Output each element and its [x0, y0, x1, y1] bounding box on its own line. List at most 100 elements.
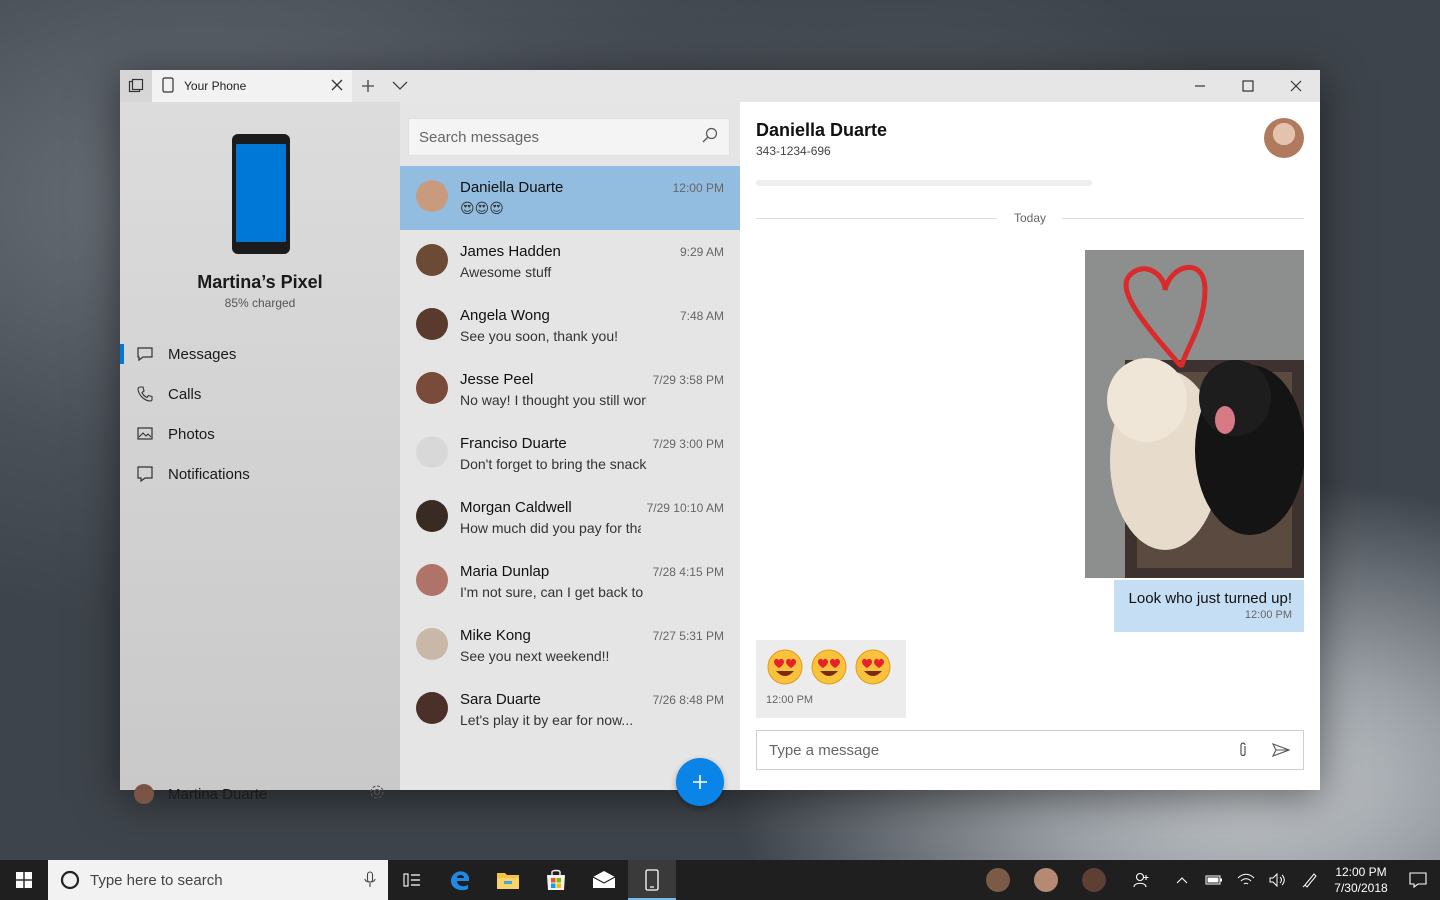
clock-time: 12:00 PM [1335, 865, 1387, 879]
pinned-contact[interactable] [1022, 860, 1070, 900]
conversation-item[interactable]: Sara Duarte Let's play it by ear for now.… [400, 678, 740, 742]
conversation-item[interactable]: James Hadden Awesome stuff 9:29 AM [400, 230, 740, 294]
people-button[interactable] [1118, 860, 1166, 900]
conversation-name: Mike Kong [460, 627, 531, 644]
avatar [416, 628, 448, 660]
pinned-contact[interactable] [974, 860, 1022, 900]
cortana-icon [60, 870, 80, 890]
microphone-icon[interactable] [364, 871, 376, 889]
nav-label: Photos [168, 425, 215, 443]
avatar [986, 868, 1010, 892]
conversation-name: Sara Duarte [460, 691, 541, 708]
battery-button[interactable] [1198, 860, 1230, 900]
chat-pane: Daniella Duarte 343-1234-696 Today Look … [740, 102, 1320, 790]
conversation-time: 9:29 AM [679, 245, 724, 259]
mail-button[interactable] [580, 860, 628, 900]
contact-number: 343-1234-696 [756, 144, 831, 158]
user-profile[interactable]: Martina Duarte [120, 774, 400, 814]
show-hidden-icons-button[interactable] [1166, 860, 1198, 900]
task-view-icon [403, 873, 420, 887]
nav-item-messages[interactable]: Messages [120, 334, 400, 374]
task-view-icon[interactable] [120, 70, 152, 102]
pen-workspace-button[interactable] [1294, 860, 1326, 900]
people-icon [1133, 872, 1149, 888]
pinned-contact[interactable] [1070, 860, 1118, 900]
conversation-item[interactable]: Jesse Peel No way! I thought you still wo… [400, 358, 740, 422]
nav-item-photos[interactable]: Photos [120, 414, 400, 454]
close-tab-icon[interactable] [330, 78, 344, 95]
conversation-name: Morgan Caldwell [460, 499, 572, 516]
avatar [416, 500, 448, 532]
conversation-preview: 😍😍😍 [460, 200, 504, 216]
outgoing-message[interactable]: Look who just turned up! 12:00 PM [1114, 580, 1304, 632]
clock-date: 7/30/2018 [1334, 881, 1388, 895]
conversation-list: Search messages Daniella Duarte 😍😍😍 12:00 … [400, 102, 740, 806]
chevron-down-icon[interactable] [384, 70, 416, 102]
clock[interactable]: 12:00 PM 7/30/2018 [1326, 864, 1396, 896]
battery-status: 85% charged [224, 296, 296, 310]
taskbar-search-input[interactable]: Type here to search [48, 860, 388, 900]
avatar [416, 692, 448, 724]
store-icon [547, 869, 565, 890]
file-explorer-button[interactable] [484, 860, 532, 900]
message-time: 12:00 PM [766, 694, 814, 706]
new-message-button[interactable] [676, 758, 724, 806]
task-view-button[interactable] [388, 860, 436, 900]
phone-icon [645, 869, 659, 891]
tab-your-phone[interactable]: Your Phone [152, 70, 352, 102]
wifi-icon [1237, 873, 1255, 885]
nav-item-calls[interactable]: Calls [120, 374, 400, 414]
edge-button[interactable] [436, 860, 484, 900]
conversation-name: Jesse Peel [460, 371, 534, 388]
search-input[interactable]: Search messages [408, 118, 730, 156]
message-time: 12:00 PM [1244, 609, 1292, 621]
conversation-time: 7/29 3:58 PM [652, 373, 724, 387]
conversation-time: 7/26 8:48 PM [652, 693, 724, 707]
contact-avatar[interactable] [1264, 118, 1304, 158]
phone-icon [136, 385, 154, 403]
search-icon[interactable] [701, 126, 719, 148]
conversation-item[interactable]: Morgan Caldwell How much did you pay for … [400, 486, 740, 550]
conversation-item[interactable]: Angela Wong See you soon, thank you! 7:48 … [400, 294, 740, 358]
divider-line [1062, 218, 1304, 219]
nav-label: Messages [168, 345, 237, 363]
conversation-time: 7/29 3:00 PM [652, 437, 724, 451]
maximize-button[interactable] [1224, 70, 1272, 102]
send-icon[interactable] [1271, 740, 1291, 760]
network-button[interactable] [1230, 860, 1262, 900]
date-divider: Today [1014, 211, 1047, 225]
windows-icon [16, 872, 32, 888]
your-phone-taskbar-button[interactable] [628, 860, 676, 900]
notification-icon [136, 465, 154, 483]
nav-label: Calls [168, 385, 202, 403]
action-center-button[interactable] [1396, 860, 1440, 900]
start-button[interactable] [0, 860, 48, 900]
heart-eyes-emoji [767, 649, 803, 685]
incoming-message[interactable]: 12:00 PM [756, 640, 906, 718]
conversation-item[interactable]: Mike Kong See you next weekend!! 7/27 5:31… [400, 614, 740, 678]
nav-item-notifications[interactable]: Notifications [120, 454, 400, 494]
store-button[interactable] [532, 860, 580, 900]
avatar [416, 180, 448, 212]
system-tray: 12:00 PM 7/30/2018 [974, 860, 1440, 900]
avatar [1034, 868, 1058, 892]
conversation-item[interactable]: Franciso Duarte Don't forget to bring the… [400, 422, 740, 486]
left-navigation: Martina’s Pixel 85% charged Messages Cal… [120, 102, 400, 804]
conversation-item[interactable]: Maria Dunlap I'm not sure, can I get back… [400, 550, 740, 614]
conversation-item[interactable]: Daniella Duarte 😍😍😍 12:00 PM [400, 166, 740, 230]
avatar [416, 244, 448, 276]
message-text: Look who just turned up! [1128, 590, 1292, 607]
gear-icon[interactable] [368, 783, 386, 805]
minimize-button[interactable] [1176, 70, 1224, 102]
volume-button[interactable] [1262, 860, 1294, 900]
avatar [416, 372, 448, 404]
message-input[interactable]: Type a message [756, 730, 1304, 770]
message-photo[interactable] [1085, 250, 1304, 578]
action-center-icon [1409, 872, 1427, 889]
device-name: Martina’s Pixel [197, 272, 323, 292]
close-window-button[interactable] [1272, 70, 1320, 102]
conversation-preview: No way! I thought you still worked at th [460, 392, 647, 408]
paperclip-icon[interactable] [1233, 740, 1253, 760]
avatar [134, 784, 154, 804]
new-tab-button[interactable] [352, 70, 384, 102]
